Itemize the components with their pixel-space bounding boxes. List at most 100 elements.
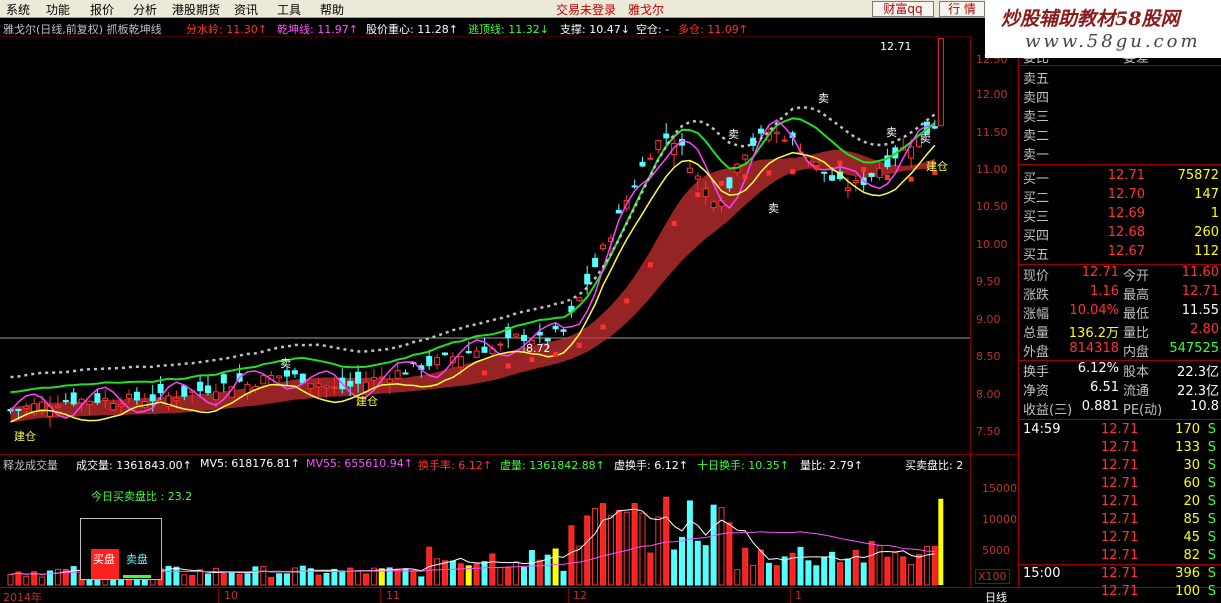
candle-body: [600, 244, 606, 250]
menu-news[interactable]: 资讯: [234, 1, 258, 18]
ask-label: 卖三: [1023, 110, 1050, 125]
ask-row-3[interactable]: 卖三: [1019, 106, 1221, 125]
candle-body: [323, 385, 330, 389]
trade-login-status[interactable]: 交易未登录: [556, 1, 616, 18]
volume-bar: [900, 556, 907, 586]
tick-flag: S: [1207, 458, 1216, 473]
ten-day-turnover-value: 十日换手: 10.35↑: [697, 459, 789, 472]
volume-bar: [694, 540, 701, 586]
ask-row-5[interactable]: 卖五: [1019, 68, 1221, 87]
stat-value: 6.12%: [1077, 361, 1119, 376]
volume-bar: [710, 504, 717, 586]
ask-row-1[interactable]: 卖一: [1019, 144, 1221, 163]
candle-body: [315, 383, 322, 388]
tick-volume: 85: [1183, 512, 1200, 527]
volume-bar: [228, 572, 235, 586]
volume-bar: [220, 573, 227, 586]
volume-bar: [600, 503, 606, 586]
volume-bar: [513, 561, 520, 586]
volume-bar: [852, 549, 859, 586]
support-marker: [884, 174, 890, 180]
caifu-qq-button[interactable]: 财富qq: [872, 1, 934, 17]
tick-row: 12.71 60 S: [1019, 476, 1221, 494]
candle-body: [726, 177, 733, 189]
bid-label: 买四: [1023, 229, 1050, 244]
candle-body: [149, 394, 156, 402]
volume-bar: [252, 566, 259, 586]
bid-row-4[interactable]: 买四 12.68 260: [1019, 225, 1221, 244]
volume-title[interactable]: 释龙成交量: [3, 457, 58, 473]
volume-bar: [315, 574, 322, 586]
support-marker: [600, 324, 606, 330]
volume-bar: [679, 536, 685, 586]
volume-bar: [560, 570, 567, 586]
bid-row-3[interactable]: 买三 12.69 1: [1019, 206, 1221, 225]
candle-body: [205, 385, 211, 394]
volume-bar: [821, 557, 828, 586]
candle-body: [86, 400, 93, 406]
tick-volume: 20: [1183, 494, 1200, 509]
menu-system[interactable]: 系统: [6, 1, 30, 18]
chart-title[interactable]: 雅戈尔(日线,前复权) 抓板乾坤线: [3, 21, 162, 37]
candle-body: [631, 185, 638, 188]
menu-tools[interactable]: 工具: [277, 1, 301, 18]
bid-row-2[interactable]: 买二 12.70 147: [1019, 187, 1221, 206]
hangqing-button[interactable]: 行 情: [939, 1, 985, 17]
period-label[interactable]: 日线: [985, 589, 1007, 603]
mv5-value: MV5: 618176.81↑: [200, 457, 300, 470]
stat-label: 今开: [1123, 269, 1150, 284]
volume-bar-last: [938, 498, 944, 585]
candle-body: [592, 257, 599, 268]
tick-row: 12.71 85 S: [1019, 512, 1221, 530]
mai-label-5: 卖: [886, 126, 897, 139]
stat-row: 现价 12.71 今开 11.60: [1019, 265, 1221, 284]
candle-body: [212, 391, 219, 401]
tick-price: 12.71: [1101, 458, 1139, 473]
candle-body: [181, 385, 188, 397]
candle-body: [70, 392, 77, 405]
candle-body: [639, 161, 646, 167]
menu-analysis[interactable]: 分析: [133, 1, 157, 18]
date-tick: 11: [386, 589, 400, 602]
volume-bar: [276, 573, 283, 586]
high-price-label: 12.71: [880, 40, 912, 53]
candle-body: [868, 172, 875, 177]
ask-row-4[interactable]: 卖四: [1019, 87, 1221, 106]
tick-flag: S: [1207, 440, 1216, 455]
volume-bar: [742, 547, 749, 586]
volume-tick: 15000: [982, 482, 1017, 495]
candle-body: [710, 201, 717, 209]
volume-bar: [686, 500, 693, 586]
candle-body: [465, 351, 472, 354]
stat-value: 22.3亿: [1177, 365, 1219, 380]
candle-body: [702, 188, 709, 198]
tick-row: 12.71 20 S: [1019, 494, 1221, 512]
support-marker: [695, 192, 701, 198]
volume-bar: [528, 550, 535, 586]
candle-body: [931, 126, 938, 129]
volume-unit: X100: [975, 569, 1010, 584]
stat-label: 净资: [1023, 384, 1050, 399]
bid-row-5[interactable]: 买五 12.67 112: [1019, 244, 1221, 263]
candle-body: [118, 404, 125, 408]
tick-flag: S: [1207, 476, 1216, 491]
ask-row-2[interactable]: 卖二: [1019, 125, 1221, 144]
tick-volume: 45: [1183, 530, 1200, 545]
support-marker: [624, 298, 630, 304]
menu-help[interactable]: 帮助: [320, 1, 344, 18]
date-tick: 12: [573, 589, 587, 602]
menu-function[interactable]: 功能: [46, 1, 70, 18]
candle-body: [54, 405, 61, 408]
tick-row: 12.71 100 S: [1019, 584, 1221, 602]
stat-value: 1.16: [1090, 284, 1119, 299]
volume-bar: [402, 569, 409, 586]
menu-hk-futures[interactable]: 港股期货: [172, 1, 220, 18]
menu-quote[interactable]: 报价: [90, 1, 114, 18]
bid-row-1[interactable]: 买一 12.71 75872: [1019, 168, 1221, 187]
volume-bar: [655, 516, 662, 586]
tick-flag: S: [1207, 494, 1216, 509]
volume-bar: [39, 576, 46, 586]
support-marker: [647, 262, 653, 268]
support-marker: [790, 169, 796, 175]
volume-bar: [607, 515, 614, 586]
